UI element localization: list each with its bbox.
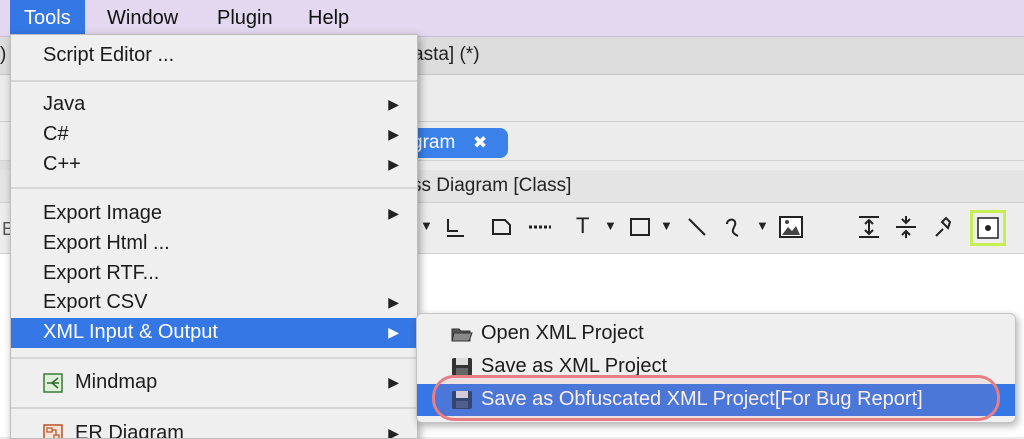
shrink-vertical-icon[interactable]: [893, 214, 919, 240]
submenu-arrow-icon: ▶: [388, 126, 399, 142]
menu-separator: [11, 357, 417, 359]
menu-separator: [11, 80, 417, 82]
menu-item-export-csv[interactable]: Export CSV ▶: [11, 288, 417, 318]
dropdown-arrow-icon[interactable]: ▼: [420, 214, 433, 240]
text-icon[interactable]: T: [576, 214, 589, 240]
menu-item-label: Export RTF...: [43, 262, 160, 284]
line-icon[interactable]: [686, 216, 708, 242]
menu-item-label: XML Input & Output: [43, 321, 218, 343]
mindmap-icon: [43, 373, 63, 393]
floppy-disk-icon: [452, 358, 472, 376]
menu-item-open-xml-project[interactable]: Open XML Project: [417, 318, 1015, 350]
menu-separator: [11, 187, 417, 189]
menu-tools[interactable]: Tools: [10, 0, 85, 36]
menu-item-label: Export Html ...: [43, 232, 170, 254]
annotation-highlight-ring: [432, 375, 1000, 421]
dropdown-arrow-icon[interactable]: ▼: [756, 214, 769, 240]
expand-vertical-icon[interactable]: [856, 214, 882, 240]
left-edge-glyph: ): [0, 44, 7, 65]
menu-item-label: Export CSV: [43, 291, 148, 313]
menu-item-xml-input-output[interactable]: XML Input & Output ▶: [11, 318, 417, 348]
tools-dropdown-menu: Script Editor ... Java ▶ C# ▶ C++ ▶ Expo…: [10, 34, 418, 439]
menu-item-label: Open XML Project: [481, 322, 644, 344]
menu-item-export-rtf[interactable]: Export RTF...: [11, 259, 417, 289]
menu-item-label: Script Editor ...: [43, 44, 175, 66]
menu-item-export-html[interactable]: Export Html ...: [11, 229, 417, 259]
menu-item-java[interactable]: Java ▶: [11, 90, 417, 120]
submenu-arrow-icon: ▶: [388, 205, 399, 221]
snap-icon: [977, 217, 999, 239]
dropdown-arrow-icon[interactable]: ▼: [604, 214, 617, 240]
submenu-arrow-icon: ▶: [388, 374, 399, 390]
menu-help[interactable]: Help: [294, 0, 363, 36]
menu-item-export-image[interactable]: Export Image ▶: [11, 199, 417, 229]
submenu-arrow-icon: ▶: [388, 324, 399, 340]
menu-item-label: ER Diagram: [75, 422, 184, 439]
menu-item-csharp[interactable]: C# ▶: [11, 120, 417, 150]
menu-item-er-diagram[interactable]: ER Diagram ▶: [11, 419, 417, 439]
menu-item-label: Java: [43, 93, 86, 115]
menu-separator: [11, 407, 417, 409]
dashed-line-icon[interactable]: [527, 216, 553, 242]
open-folder-icon: [451, 328, 473, 342]
submenu-arrow-icon: ▶: [388, 96, 399, 112]
tab-label: gram: [412, 132, 456, 153]
pin-icon[interactable]: [932, 214, 956, 240]
snap-to-grid-button[interactable]: [970, 210, 1006, 246]
menu-window[interactable]: Window: [93, 0, 192, 36]
dropdown-arrow-icon[interactable]: ▼: [660, 214, 673, 240]
window-title: asta] (*): [413, 44, 480, 65]
menu-item-script-editor[interactable]: Script Editor ...: [11, 41, 417, 71]
menu-item-label: C#: [43, 123, 69, 145]
rectangle-icon[interactable]: [628, 216, 652, 242]
note-icon[interactable]: [490, 216, 514, 242]
menu-item-mindmap[interactable]: Mindmap ▶: [11, 368, 417, 398]
menu-bar: Tools Window Plugin Help: [0, 0, 1024, 37]
freehand-icon[interactable]: [722, 216, 744, 242]
tab-close-icon[interactable]: ✖: [473, 128, 487, 158]
submenu-arrow-icon: ▶: [388, 294, 399, 310]
menu-plugin[interactable]: Plugin: [203, 0, 287, 36]
menu-item-label: Mindmap: [75, 371, 158, 393]
menu-item-cpp[interactable]: C++ ▶: [11, 150, 417, 180]
line-style-icon[interactable]: [444, 216, 466, 242]
submenu-arrow-icon: ▶: [388, 156, 399, 172]
menu-item-label: C++: [43, 153, 81, 175]
diagram-title: ss Diagram [Class]: [412, 175, 572, 196]
menu-item-label: Export Image: [43, 202, 162, 224]
image-icon[interactable]: [778, 215, 804, 241]
